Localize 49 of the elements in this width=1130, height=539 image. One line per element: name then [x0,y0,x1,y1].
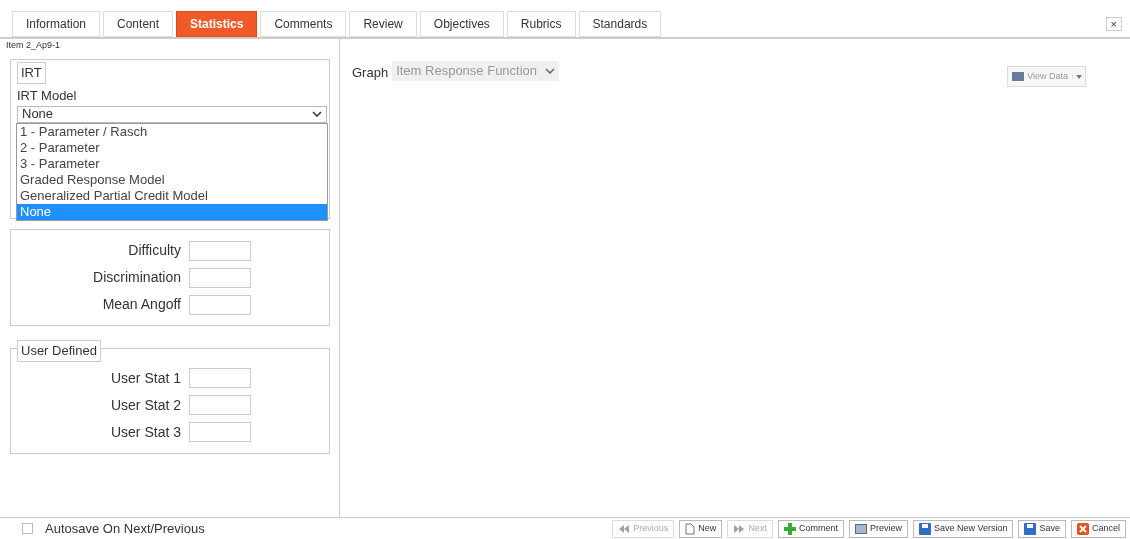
model-dropdown[interactable]: None [17,105,327,123]
tab[interactable]: Rubrics [506,11,576,37]
tab[interactable]: Information [12,11,101,37]
input-field[interactable] [189,240,251,261]
graph-label: Graph [352,64,389,82]
previous-icon [618,523,631,534]
monitor-icon [854,523,867,534]
tab[interactable]: Comments [260,11,347,37]
dropdown-option[interactable]: Generalized Partial Credit Model [17,188,327,204]
tab[interactable]: Objectives [419,11,504,37]
autosave-label: Autosave On Next/Previous [45,519,205,538]
tab[interactable]: Content [103,11,174,37]
autosave-checkbox[interactable] [22,523,33,534]
toolbar-button[interactable]: New [679,519,723,538]
dropdown-option[interactable]: 1 - Parameter / Rasch [17,124,327,140]
chevron-down-icon [545,68,556,74]
field-label: IRT Model [17,87,78,105]
close-button[interactable]: × [1105,17,1122,31]
fieldset-legend: User Defined [17,340,101,362]
input-field[interactable] [189,422,251,442]
monitor-icon [1012,72,1025,81]
toolbar-button[interactable]: Cancel [1071,519,1126,538]
caret-icon [1076,74,1082,79]
field-label: Mean Angoff [101,295,181,314]
tab[interactable]: Review [349,11,417,37]
toolbar-button[interactable]: Save New Version [912,519,1014,538]
fieldset-legend: IRT [17,62,46,84]
field-label: Discrimination [92,268,181,287]
dropdown-option[interactable]: 3 - Parameter [17,156,327,172]
input-field[interactable] [189,267,251,288]
dropdown-option[interactable]: 2 - Parameter [17,140,327,156]
field-label: User Stat 1 [109,368,181,388]
field-label: User Stat 3 [109,422,181,442]
toolbar-button[interactable]: Comment [777,519,844,538]
cancel-icon [1077,522,1089,535]
chevron-down-icon [312,111,322,117]
input-field[interactable] [189,294,251,315]
toolbar-button[interactable]: Save [1018,519,1066,538]
input-field[interactable] [189,368,251,388]
next-icon [733,523,746,534]
field-label: Difficulty [127,241,181,260]
item-name: Item 2_Ap9-1 [5,39,62,51]
document-icon [685,522,696,535]
plus-icon [783,522,796,535]
tab[interactable]: Standards [578,11,662,37]
dropdown-option[interactable]: Graded Response Model [17,172,327,188]
input-field[interactable] [189,395,251,415]
toolbar-button[interactable]: Preview [848,519,908,538]
field-label: User Stat 2 [109,395,181,415]
